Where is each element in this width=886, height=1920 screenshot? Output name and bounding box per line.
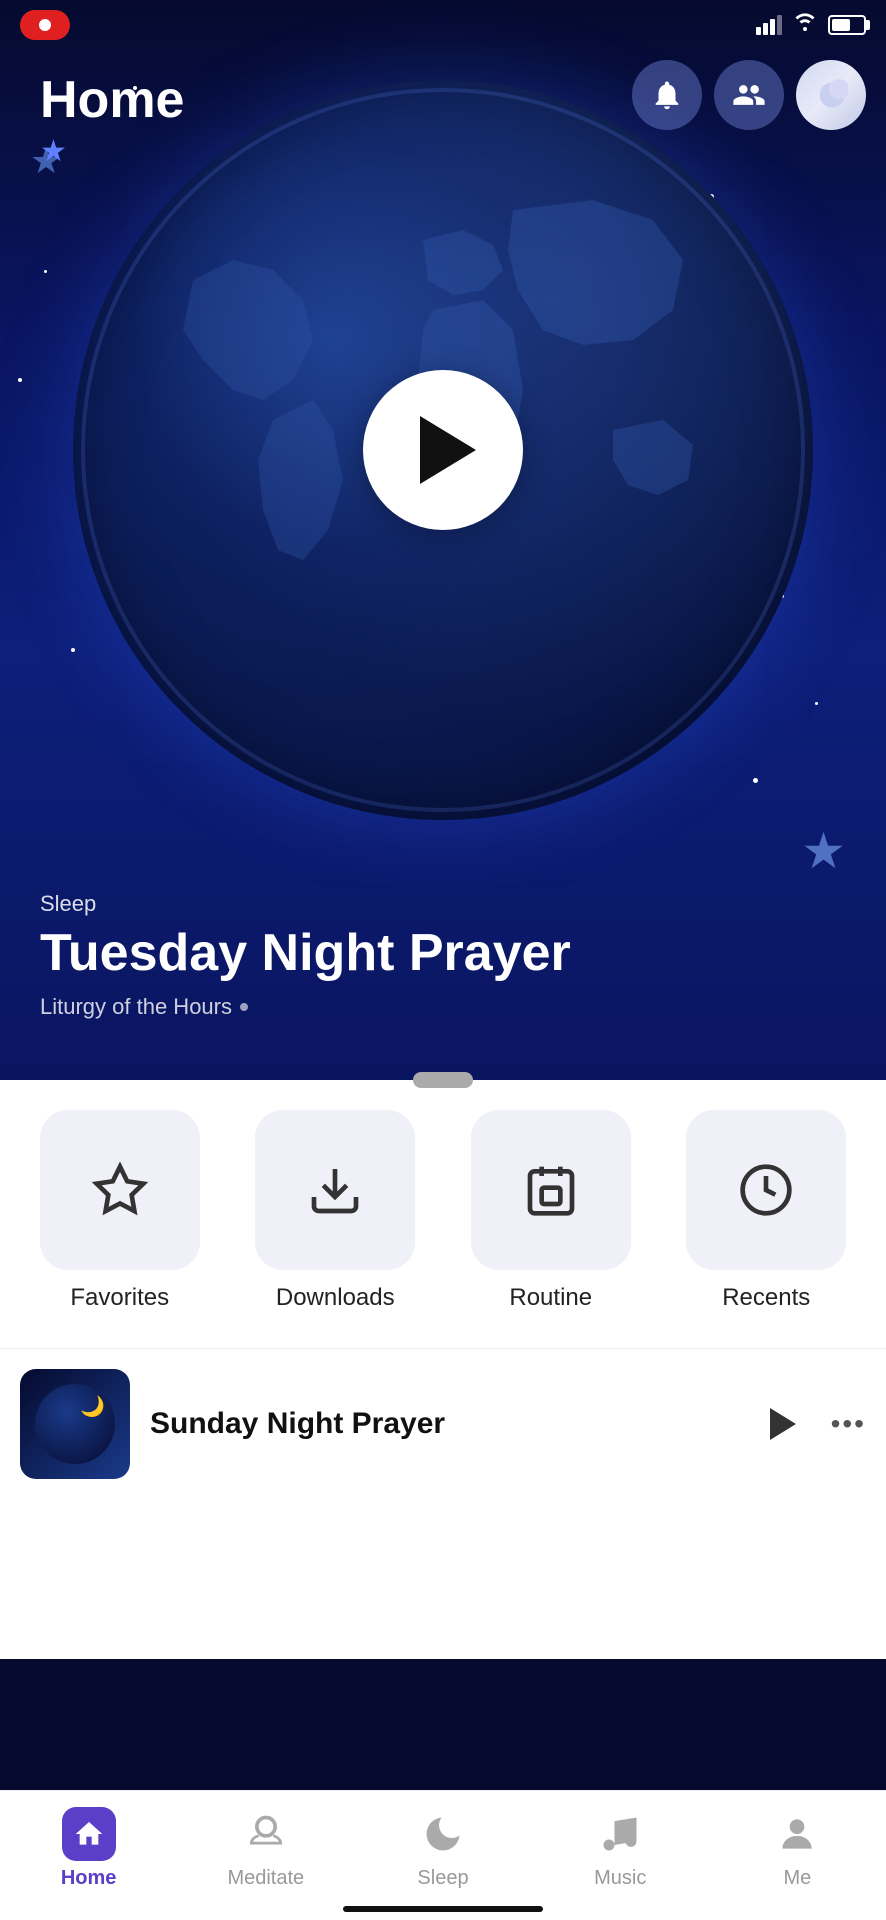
theme-toggle-button[interactable]	[796, 60, 866, 130]
signal-bar-4	[777, 15, 782, 35]
page-title-area: Home ★	[40, 70, 184, 169]
track-play-icon	[770, 1408, 796, 1440]
header-icons	[632, 60, 866, 130]
download-icon	[307, 1162, 363, 1218]
favorites-action[interactable]: Favorites	[20, 1110, 220, 1312]
routine-action[interactable]: Routine	[451, 1110, 651, 1312]
downloads-label: Downloads	[276, 1284, 395, 1312]
nav-item-music[interactable]: Music	[532, 1807, 709, 1890]
track-play-button[interactable]	[755, 1398, 807, 1450]
nav-icon-meditate	[239, 1807, 293, 1861]
nav-label-sleep: Sleep	[417, 1867, 468, 1890]
subtitle-dot	[240, 1003, 248, 1011]
nav-item-home[interactable]: Home	[0, 1807, 177, 1890]
status-right	[756, 11, 866, 39]
bottom-navigation: Home Meditate Sleep Music	[0, 1790, 886, 1920]
track-globe: 🌙	[35, 1384, 115, 1464]
signal-bar-2	[763, 23, 768, 35]
star-icon	[92, 1162, 148, 1218]
notification-button[interactable]	[632, 60, 702, 130]
home-nav-bg	[62, 1807, 116, 1861]
nav-item-me[interactable]: Me	[709, 1807, 886, 1890]
home-indicator	[343, 1906, 543, 1912]
content-subtitle: Liturgy of the Hours	[40, 994, 846, 1020]
play-button[interactable]	[363, 370, 523, 530]
nav-icon-music	[593, 1807, 647, 1861]
battery-icon	[828, 15, 866, 35]
recording-dot	[36, 16, 54, 34]
favorites-label: Favorites	[70, 1284, 169, 1312]
group-button[interactable]	[714, 60, 784, 130]
nav-icon-home	[62, 1807, 116, 1861]
nav-icon-me	[770, 1807, 824, 1861]
recents-icon-box	[686, 1110, 846, 1270]
actions-grid: Favorites Downloads	[20, 1110, 866, 1312]
nav-icon-sleep	[416, 1807, 470, 1861]
routine-icon-box	[471, 1110, 631, 1270]
track-controls: •••	[755, 1398, 866, 1450]
globe-sphere	[73, 80, 813, 820]
favorites-icon-box	[40, 1110, 200, 1270]
recents-label: Recents	[722, 1284, 810, 1312]
routine-label: Routine	[509, 1284, 592, 1312]
nav-label-meditate: Meditate	[227, 1867, 304, 1890]
bottom-spacer	[0, 1499, 886, 1659]
signal-bar-1	[756, 27, 761, 35]
recent-track-row: 🌙 Sunday Night Prayer •••	[0, 1348, 886, 1499]
track-info: Sunday Night Prayer	[150, 1407, 735, 1441]
downloads-icon-box	[255, 1110, 415, 1270]
deco-star-right: ★	[801, 822, 846, 880]
recording-indicator	[20, 10, 70, 40]
content-info: Sleep Tuesday Night Prayer Liturgy of th…	[40, 891, 846, 1020]
quick-actions-section: Favorites Downloads	[0, 1080, 886, 1348]
track-moon-icon: 🌙	[80, 1394, 105, 1419]
globe-visual	[73, 80, 813, 820]
scroll-indicator	[413, 1072, 473, 1088]
signal-bars	[756, 15, 782, 35]
nav-label-home: Home	[61, 1867, 117, 1890]
nav-label-me: Me	[784, 1867, 812, 1890]
nav-item-meditate[interactable]: Meditate	[177, 1807, 354, 1890]
signal-bar-3	[770, 19, 775, 35]
page-title: Home	[40, 70, 184, 130]
clock-icon	[738, 1162, 794, 1218]
track-name: Sunday Night Prayer	[150, 1407, 735, 1441]
content-category: Sleep	[40, 891, 846, 917]
favorite-star-icon: ★	[40, 134, 184, 169]
routine-icon	[523, 1162, 579, 1218]
track-thumbnail: 🌙	[20, 1369, 130, 1479]
wifi-icon	[792, 11, 818, 39]
nav-item-sleep[interactable]: Sleep	[354, 1807, 531, 1890]
recents-action[interactable]: Recents	[667, 1110, 867, 1312]
hero-section: Home ★	[0, 0, 886, 1080]
play-icon	[420, 416, 476, 484]
content-title: Tuesday Night Prayer	[40, 925, 846, 982]
nav-label-music: Music	[594, 1867, 646, 1890]
track-more-button[interactable]: •••	[831, 1408, 866, 1440]
status-bar	[0, 0, 886, 50]
downloads-action[interactable]: Downloads	[236, 1110, 436, 1312]
